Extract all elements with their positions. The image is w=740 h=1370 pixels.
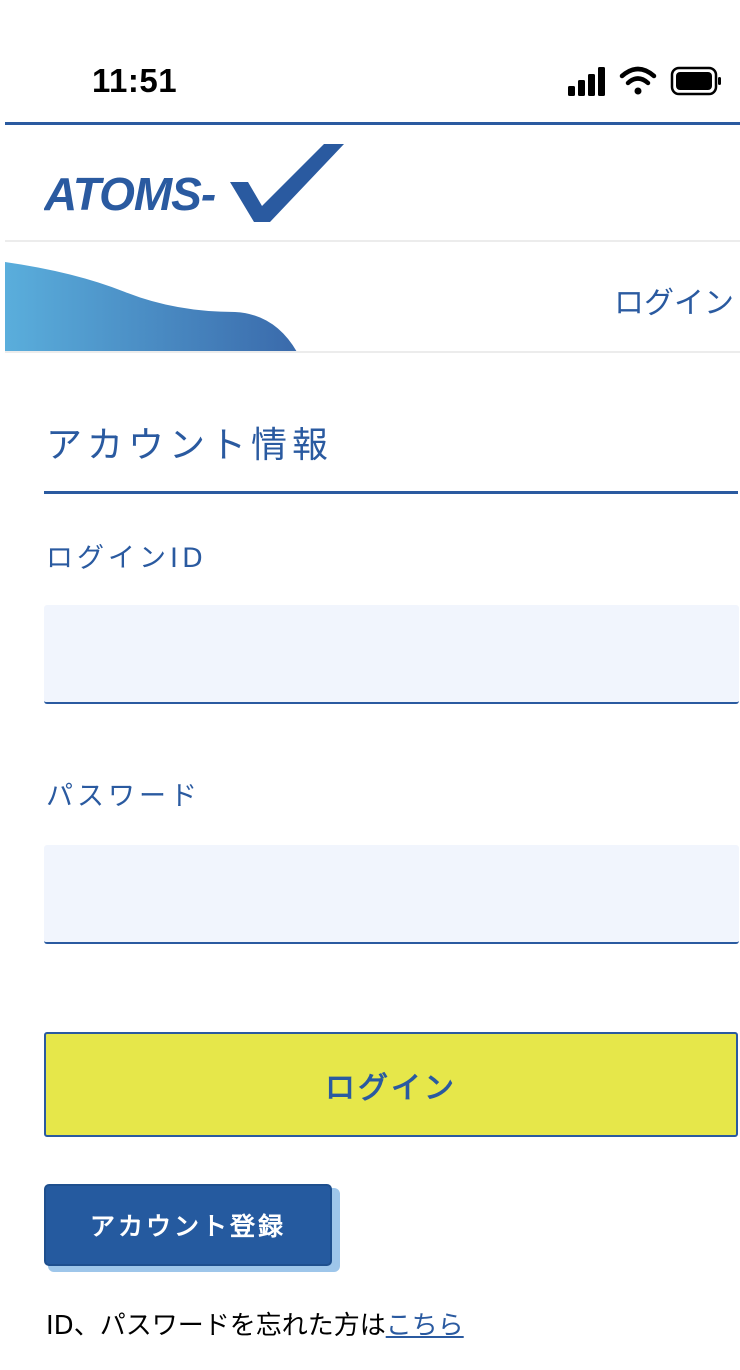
login-id-input[interactable] bbox=[44, 605, 739, 704]
logo-text: ATOMS- bbox=[44, 168, 215, 220]
top-rule bbox=[5, 122, 740, 125]
password-label: パスワード bbox=[46, 781, 201, 812]
cellular-signal-icon bbox=[568, 67, 605, 96]
forgot-credentials-label: ID、パスワードを忘れた方は bbox=[46, 1311, 386, 1341]
wifi-icon bbox=[619, 66, 657, 95]
section-rule bbox=[44, 491, 738, 494]
header-login-link[interactable]: ログイン bbox=[614, 278, 734, 322]
status-icons bbox=[566, 64, 726, 100]
password-input[interactable] bbox=[44, 845, 739, 944]
login-button[interactable]: ログイン bbox=[44, 1032, 738, 1137]
status-bar: 11:51 bbox=[0, 0, 740, 120]
login-id-label: ログインID bbox=[46, 543, 207, 574]
header-divider bbox=[5, 351, 740, 353]
register-button[interactable]: アカウント登録 bbox=[44, 1184, 332, 1266]
atoms-v-logo: ATOMS- bbox=[43, 142, 354, 226]
battery-icon bbox=[670, 66, 721, 96]
status-time: 11:51 bbox=[92, 62, 178, 99]
page-title: アカウント情報 bbox=[46, 425, 334, 466]
forgot-credentials-text: ID、パスワードを忘れた方はこちら bbox=[46, 1305, 464, 1342]
register-button-wrap: アカウント登録 bbox=[44, 1184, 340, 1272]
forgot-credentials-link[interactable]: こちら bbox=[386, 1311, 464, 1341]
